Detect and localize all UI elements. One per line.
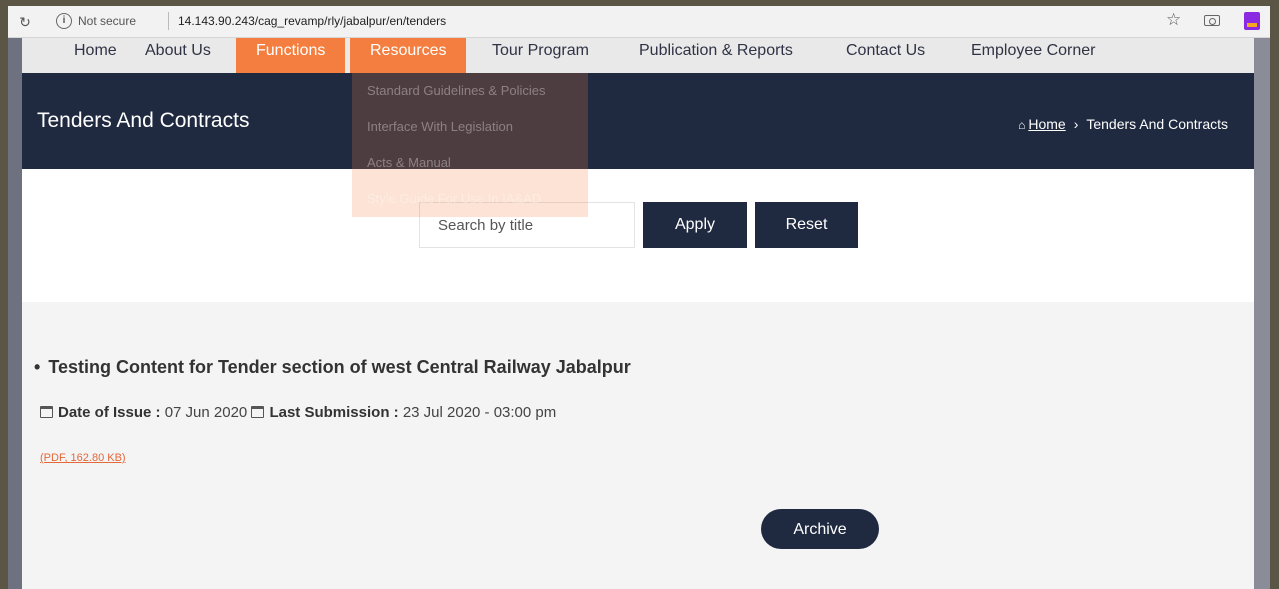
breadcrumb: ⌂ Home › Tenders And Contracts xyxy=(1018,116,1228,132)
breadcrumb-current: Tenders And Contracts xyxy=(1086,116,1228,132)
address-divider xyxy=(168,12,169,30)
dropdown-item-acts-manual[interactable]: Acts & Manual xyxy=(352,145,588,181)
tender-list-item: • Testing Content for Tender section of w… xyxy=(34,357,631,378)
submission-date-value: 23 Jul 2020 - 03:00 pm xyxy=(402,404,557,421)
issue-date-value: 07 Jun 2020 xyxy=(164,404,248,421)
nav-item-about-us[interactable]: About Us xyxy=(125,38,231,73)
camera-icon[interactable] xyxy=(1204,15,1220,26)
calendar-icon xyxy=(251,406,265,418)
tender-dates: Date of Issue : 07 Jun 2020 Last Submiss… xyxy=(40,404,556,421)
bullet: • xyxy=(34,357,41,377)
breadcrumb-home-link[interactable]: Home xyxy=(1028,116,1065,132)
calendar-icon xyxy=(40,406,53,418)
extension-icon[interactable] xyxy=(1244,12,1260,30)
info-icon[interactable]: i xyxy=(56,13,72,29)
submission-date-label: Last Submission : xyxy=(269,404,399,421)
scrollbar-track[interactable] xyxy=(1254,38,1270,589)
reload-icon[interactable]: ↻ xyxy=(16,13,34,31)
address-bar-url[interactable]: 14.143.90.243/cag_revamp/rly/jabalpur/en… xyxy=(178,14,446,28)
security-label[interactable]: Not secure xyxy=(78,14,136,28)
nav-item-resources[interactable]: Resources xyxy=(350,38,467,73)
apply-button[interactable]: Apply xyxy=(643,202,747,248)
nav-item-functions[interactable]: Functions xyxy=(236,38,346,73)
nav-item-employee-corner[interactable]: Employee Corner xyxy=(951,38,1116,73)
main-nav: Home About Us Functions Resources Tour P… xyxy=(22,38,1254,73)
page-viewport: Home About Us Functions Resources Tour P… xyxy=(22,38,1254,589)
nav-item-contact-us[interactable]: Contact Us xyxy=(826,38,945,73)
archive-button[interactable]: Archive xyxy=(761,509,879,549)
left-gutter xyxy=(8,38,22,589)
resources-dropdown: Standard Guidelines & Policies Interface… xyxy=(352,73,588,217)
dropdown-item-guidelines[interactable]: Standard Guidelines & Policies xyxy=(352,73,588,109)
dropdown-item-legislation[interactable]: Interface With Legislation xyxy=(352,109,588,145)
reset-button[interactable]: Reset xyxy=(755,202,858,248)
page-banner: Tenders And Contracts ⌂ Home › Tenders And … xyxy=(22,73,1254,169)
tender-title[interactable]: • Testing Content for Tender section of w… xyxy=(34,357,631,378)
pdf-download-link[interactable]: (PDF, 162.80 KB) xyxy=(40,452,126,464)
bookmark-star-icon[interactable]: ☆ xyxy=(1166,10,1181,30)
issue-date-label: Date of Issue : xyxy=(58,404,161,421)
chevron-right-icon: › xyxy=(1073,116,1079,132)
browser-toolbar: ↻ i Not secure 14.143.90.243/cag_revamp/… xyxy=(8,6,1270,38)
nav-item-publication-reports[interactable]: Publication & Reports xyxy=(619,38,813,73)
page-title: Tenders And Contracts xyxy=(37,109,250,132)
nav-item-tour-program[interactable]: Tour Program xyxy=(472,38,609,73)
search-panel: Apply Reset xyxy=(22,169,1254,302)
tender-title-text[interactable]: Testing Content for Tender section of we… xyxy=(48,357,630,377)
home-icon: ⌂ xyxy=(1018,118,1026,132)
dropdown-item-style-guide[interactable]: Style Guide For Use In IA&AD xyxy=(352,181,588,217)
